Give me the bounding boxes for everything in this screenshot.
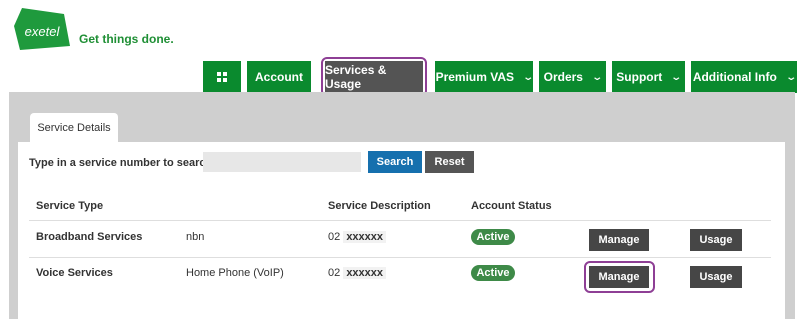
logo-text: exetel [25,24,61,39]
plan-cell: nbn [186,231,205,243]
service-number-search-input[interactable] [203,152,361,172]
header-service-description: Service Description [328,200,431,212]
exetel-logo: exetel [14,8,70,50]
reset-button[interactable]: Reset [425,151,474,173]
usage-button[interactable]: Usage [690,229,742,251]
row-divider [29,220,771,221]
nav-orders[interactable]: Orders ⌄ [539,61,606,93]
nav-premium-vas-label: Premium VAS [435,70,515,84]
nav-additional-info[interactable]: Additional Info ⌄ [691,61,797,93]
service-number-cell: 02 xxxxxx [328,231,387,243]
number-prefix: 02 [328,267,341,279]
nav-account-label: Account [255,70,303,84]
grid-icon [217,72,227,82]
nav-support[interactable]: Support ⌄ [612,61,685,93]
chevron-down-icon: ⌄ [785,71,797,83]
number-masked: xxxxxx [343,267,387,279]
main-nav: Account Services & Usage Premium VAS ⌄ O… [203,57,797,97]
search-button[interactable]: Search [368,151,422,173]
apps-grid-button[interactable] [203,61,241,93]
tab-service-details[interactable]: Service Details [30,113,118,143]
number-prefix: 02 [328,231,341,243]
search-label: Type in a service number to search: [29,157,216,169]
nav-premium-vas[interactable]: Premium VAS ⌄ [435,61,535,93]
tagline: Get things done. [79,32,174,46]
nav-services-usage-label: Services & Usage [325,63,387,91]
chevron-down-icon: ⌄ [522,71,535,83]
nav-additional-info-label: Additional Info [692,70,777,84]
nav-orders-label: Orders [543,70,583,84]
nav-support-label: Support [616,70,663,84]
chevron-down-icon: ⌄ [591,71,604,83]
nav-account[interactable]: Account [247,61,311,93]
status-badge: Active [471,229,515,245]
service-type-cell: Voice Services [36,267,113,279]
tab-service-details-label: Service Details [37,122,111,134]
service-type-cell: Broadband Services [36,231,143,243]
status-badge: Active [471,265,515,281]
header-account-status: Account Status [471,200,552,212]
chevron-down-icon: ⌄ [670,71,683,83]
row-divider [29,257,771,258]
service-number-cell: 02 xxxxxx [328,267,387,279]
nav-services-usage[interactable]: Services & Usage [321,57,427,97]
plan-cell: Home Phone (VoIP) [186,267,284,279]
header-service-type: Service Type [36,200,104,212]
manage-button[interactable]: Manage [589,266,649,288]
number-masked: xxxxxx [343,231,387,243]
manage-button[interactable]: Manage [589,229,649,251]
usage-button[interactable]: Usage [690,266,742,288]
